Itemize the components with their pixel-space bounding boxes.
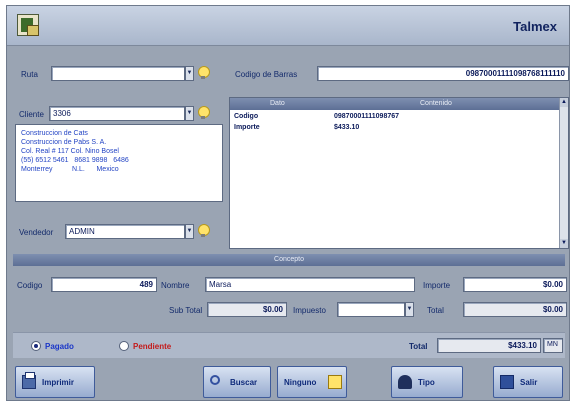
grid-row[interactable]: Importe $433.10 <box>230 123 560 133</box>
nombre-label: Nombre <box>161 281 190 290</box>
grid-column-header[interactable]: Dato <box>270 100 285 107</box>
cliente-input[interactable]: 3306 <box>49 106 185 121</box>
payment-status-bar: Pagado Pendiente Total $433.10 MN <box>13 332 565 358</box>
exit-door-icon <box>500 375 514 389</box>
ruta-lookup-icon[interactable] <box>197 66 210 80</box>
grid-column-header[interactable]: Contenido <box>420 100 452 107</box>
imprimir-button[interactable]: Imprimir <box>15 366 95 398</box>
search-icon <box>210 375 220 385</box>
address-line: Col. Real # 117 Col. Nino Bosel <box>21 148 119 155</box>
cliente-dropdown-button[interactable]: ▼ <box>185 106 194 121</box>
grid-header: Dato Contenido <box>230 98 560 110</box>
impuesto-dropdown-button[interactable]: ▼ <box>405 302 414 317</box>
detail-grid[interactable]: Dato Contenido Codigo 09870001111098767 … <box>229 97 569 249</box>
grid-scrollbar[interactable]: ▲ ▼ <box>559 98 568 248</box>
window-title: Talmex <box>513 19 557 34</box>
impuesto-input[interactable] <box>337 302 405 317</box>
pendiente-radio[interactable] <box>119 341 129 351</box>
address-line: Monterrey N.L. Mexico <box>21 166 119 173</box>
grid-row[interactable]: Codigo 09870001111098767 <box>230 112 560 122</box>
concepto-section-header: Concepto <box>13 254 565 266</box>
vendedor-dropdown-button[interactable]: ▼ <box>185 224 194 239</box>
scroll-up-arrow-icon[interactable]: ▲ <box>560 98 568 107</box>
vendedor-input[interactable]: ADMIN <box>65 224 185 239</box>
printer-icon <box>22 372 36 389</box>
vendedor-lookup-icon[interactable] <box>197 224 210 238</box>
person-icon <box>398 375 412 389</box>
ninguno-button[interactable]: Ninguno <box>277 366 347 398</box>
salir-button[interactable]: Salir <box>493 366 563 398</box>
pagado-radio[interactable] <box>31 341 41 351</box>
pagado-label[interactable]: Pagado <box>45 342 74 351</box>
grid-cell: Importe <box>234 124 260 131</box>
currency-field: MN <box>543 338 563 353</box>
grid-cell: 09870001111098767 <box>334 113 400 120</box>
grand-total-value: $433.10 <box>437 338 541 353</box>
grid-cell: $433.10 <box>334 124 360 131</box>
ruta-dropdown-button[interactable]: ▼ <box>185 66 194 81</box>
tipo-button[interactable]: Tipo <box>391 366 463 398</box>
scroll-down-arrow-icon[interactable]: ▼ <box>560 239 568 248</box>
codigo-input[interactable]: 489 <box>51 277 157 292</box>
subtotal-input: $0.00 <box>207 302 287 317</box>
cart-icon <box>328 375 342 389</box>
grand-total-label: Total <box>409 342 428 351</box>
address-line: (55) 6512 5461 8681 9898 6486 <box>21 157 129 164</box>
barcode-label: Codigo de Barras <box>235 70 298 79</box>
buscar-button[interactable]: Buscar <box>203 366 271 398</box>
subtotal-label: Sub Total <box>169 306 203 315</box>
window-header: Talmex <box>7 6 569 46</box>
cliente-lookup-icon[interactable] <box>197 106 210 120</box>
total-concept-input: $0.00 <box>463 302 567 317</box>
cliente-address-box: Construccion de Cats Construccion de Pab… <box>15 124 223 202</box>
grid-cell: Codigo <box>234 113 259 120</box>
cliente-label: Cliente <box>19 110 44 119</box>
ruta-input[interactable] <box>51 66 185 81</box>
total-concept-label: Total <box>427 306 444 315</box>
main-window: Talmex Ruta ▼ Cliente 3306 ▼ Construccio… <box>6 5 570 401</box>
vendedor-label: Vendedor <box>19 228 54 237</box>
app-logo-icon <box>17 14 39 36</box>
nombre-input[interactable]: Marsa <box>205 277 415 292</box>
importe-label: Importe <box>423 281 451 290</box>
importe-input[interactable]: $0.00 <box>463 277 567 292</box>
barcode-input[interactable]: 09870001111098768111110 <box>317 66 569 81</box>
pendiente-label[interactable]: Pendiente <box>133 342 171 351</box>
ruta-label: Ruta <box>21 70 38 79</box>
impuesto-label: Impuesto <box>293 306 326 315</box>
address-line: Construccion de Cats <box>21 130 88 137</box>
address-line: Construccion de Pabs S. A. <box>21 139 107 146</box>
codigo-label: Codigo <box>17 281 43 290</box>
